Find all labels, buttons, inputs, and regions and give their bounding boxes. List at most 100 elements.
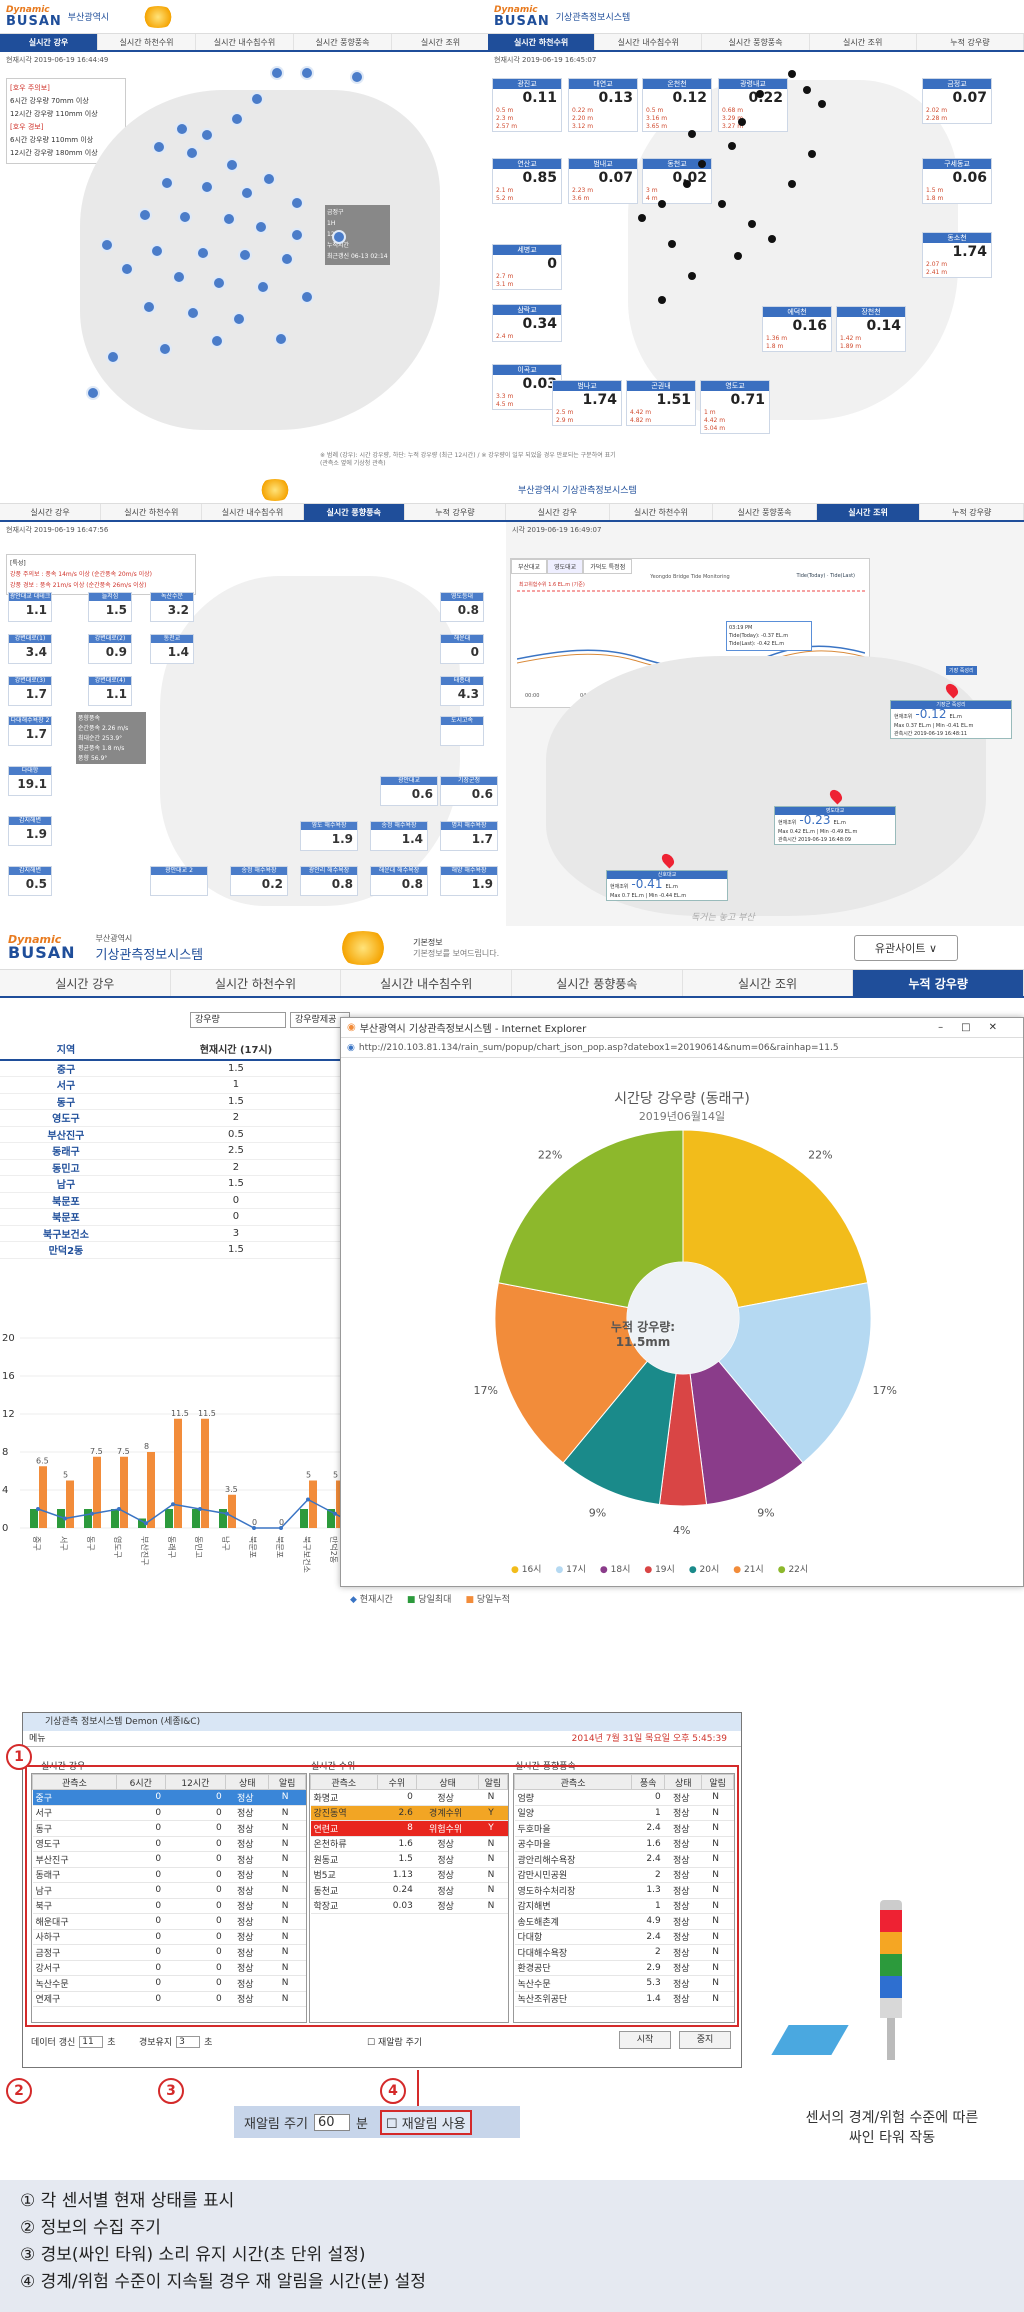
wind-station-box[interactable]: 해운대 0: [440, 634, 484, 664]
table-row[interactable]: 영도구 2: [0, 1110, 340, 1126]
level-station-marker[interactable]: [803, 86, 811, 94]
level-station-marker[interactable]: [638, 214, 646, 222]
rain-station-marker[interactable]: [142, 300, 156, 314]
rain-station-marker[interactable]: [300, 66, 314, 80]
bar-daily-cumulative[interactable]: [120, 1456, 128, 1528]
rain-station-marker[interactable]: [332, 230, 346, 244]
tab-realtime-rain[interactable]: 실시간 강우: [0, 970, 171, 996]
rain-station-marker[interactable]: [150, 244, 164, 258]
tab-cumulative-rain[interactable]: 누적 강우량: [917, 34, 1024, 50]
level-station-marker[interactable]: [738, 118, 746, 126]
rain-station-marker[interactable]: [186, 306, 200, 320]
table-row[interactable]: 북문포 0: [0, 1192, 340, 1209]
table-row[interactable]: 북문포 0: [0, 1209, 340, 1225]
rain-station-marker[interactable]: [106, 350, 120, 364]
bar-daily-cumulative[interactable]: [39, 1466, 47, 1528]
rain-station-marker[interactable]: [178, 210, 192, 224]
legend-item[interactable]: ● 22시: [778, 1562, 808, 1575]
tide-station-card[interactable]: 기장군 죽성리 현재조위 -0.12 EL.m Max 0.37 EL.m | Min …: [890, 681, 1012, 739]
rain-station-marker[interactable]: [250, 92, 264, 106]
water-level-box[interactable]: 동소천 1.74 2.07 m 2.41 m: [922, 232, 992, 278]
tab-river-level[interactable]: 실시간 하천수위: [101, 504, 203, 520]
rain-station-marker[interactable]: [196, 246, 210, 260]
menu-item[interactable]: 메뉴: [29, 1731, 46, 1746]
water-level-box[interactable]: 대연교 0.13 0.22 m 2.20 m 3.12 m: [568, 78, 638, 132]
rain-station-marker[interactable]: [172, 270, 186, 284]
tab-cumulative-rain[interactable]: 누적 강우량: [920, 504, 1024, 520]
refresh-input[interactable]: 11: [79, 2035, 104, 2048]
stop-button[interactable]: 중지: [679, 2031, 731, 2049]
tab-wind[interactable]: 실시간 풍향풍속: [512, 970, 683, 996]
legend-item[interactable]: ● 21시: [733, 1562, 763, 1575]
realarm-checkbox[interactable]: ☐ 재알람 주기: [367, 2035, 422, 2048]
rain-station-marker[interactable]: [230, 112, 244, 126]
rain-station-marker[interactable]: [160, 176, 174, 190]
bar-daily-cumulative[interactable]: [228, 1494, 236, 1528]
table-row[interactable]: 남구 1.5: [0, 1176, 340, 1192]
window-controls[interactable]: –□✕: [938, 1022, 1015, 1033]
level-station-marker[interactable]: [688, 130, 696, 138]
wind-station-box[interactable]: 강변대로(2) 0.9: [88, 634, 132, 664]
level-station-marker[interactable]: [658, 296, 666, 304]
table-row[interactable]: 서구 1: [0, 1077, 340, 1093]
rain-station-marker[interactable]: [280, 252, 294, 266]
related-sites-button[interactable]: 유관사이트 ∨: [853, 934, 958, 961]
wind-station-box[interactable]: 감지해변 0.5: [8, 866, 52, 896]
wind-station-box[interactable]: 광안대교 2: [150, 866, 208, 896]
tab-wind[interactable]: 실시간 풍향풍속: [303, 504, 405, 520]
wind-station-box[interactable]: 해양 해수욕장 1.9: [440, 866, 498, 896]
tab-cumulative-rain[interactable]: 누적 강우량: [405, 504, 506, 520]
level-station-marker[interactable]: [748, 220, 756, 228]
table-row[interactable]: 동구 1.5: [0, 1093, 340, 1110]
tab-inland-level[interactable]: 실시간 내수침수위: [196, 34, 294, 50]
rain-station-marker[interactable]: [238, 248, 252, 262]
rain-station-marker[interactable]: [152, 140, 166, 154]
rain-station-marker[interactable]: [100, 238, 114, 252]
bar-daily-max[interactable]: [165, 1509, 173, 1528]
rain-station-marker[interactable]: [212, 276, 226, 290]
wind-station-box[interactable]: 동천교 1.4: [150, 634, 194, 664]
wind-station-box[interactable]: 광안대교 대테크 1.1: [8, 592, 52, 622]
wind-station-box[interactable]: 다대항 19.1: [8, 766, 52, 796]
address-bar[interactable]: ◉ http://210.103.81.134/rain_sum/popup/c…: [341, 1038, 1023, 1058]
rain-station-marker[interactable]: [240, 186, 254, 200]
water-level-box[interactable]: 연산교 0.85 2.1 m 5.2 m: [492, 158, 562, 204]
tab-realtime-rain[interactable]: 실시간 강우: [0, 504, 102, 520]
tide-tab[interactable]: 영도대교: [547, 559, 584, 574]
wind-station-box[interactable]: 도시고속: [440, 716, 484, 746]
bar-daily-max[interactable]: [84, 1509, 92, 1528]
tide-tab[interactable]: 가덕도 특정점: [583, 559, 633, 574]
rain-station-marker[interactable]: [232, 312, 246, 326]
hold-input[interactable]: 3: [176, 2035, 201, 2048]
rain-station-marker[interactable]: [158, 342, 172, 356]
water-level-box[interactable]: 광령내교 0.22 0.68 m 3.29 m 3.27 m: [718, 78, 788, 132]
rain-station-marker[interactable]: [86, 386, 100, 400]
tab-river-level[interactable]: 실시간 하천수위: [171, 970, 342, 996]
wind-station-box[interactable]: 강변대로(1) 3.4: [8, 634, 52, 664]
rain-station-marker[interactable]: [300, 290, 314, 304]
tide-tab[interactable]: 부산대교: [511, 559, 548, 574]
wind-station-box[interactable]: 영도 해수욕장 1.9: [300, 821, 358, 851]
wind-station-box[interactable]: 영도등대 0.8: [440, 592, 484, 622]
rain-station-marker[interactable]: [138, 208, 152, 222]
bar-daily-max[interactable]: [30, 1509, 38, 1528]
water-level-box[interactable]: 삼락교 0.34 2.4 m: [492, 304, 562, 342]
wind-station-box[interactable]: 송정 해수욕장 0.2: [230, 866, 288, 896]
rain-station-marker[interactable]: [200, 180, 214, 194]
wind-station-box[interactable]: 녹산수문 3.2: [150, 592, 194, 622]
water-level-box[interactable]: 세병교 0 2.7 m 3.1 m: [492, 244, 562, 290]
water-level-box[interactable]: 에덕천 0.16 1.36 m 1.8 m: [762, 306, 832, 352]
bar-daily-max[interactable]: [300, 1509, 308, 1528]
tab-tide[interactable]: 실시간 조위: [810, 34, 917, 50]
legend-item[interactable]: ● 20시: [689, 1562, 719, 1575]
level-station-marker[interactable]: [728, 142, 736, 150]
table-row[interactable]: 부산진구 0.5: [0, 1126, 340, 1143]
bar-daily-cumulative[interactable]: [93, 1456, 101, 1528]
level-station-marker[interactable]: [818, 100, 826, 108]
rain-station-marker[interactable]: [200, 128, 214, 142]
logo[interactable]: Dynamic BUSAN: [6, 5, 62, 28]
level-station-marker[interactable]: [756, 90, 764, 98]
wind-station-box[interactable]: 다대해수욕장 2 1.7: [8, 716, 52, 746]
bar-daily-cumulative[interactable]: [174, 1418, 182, 1528]
level-station-marker[interactable]: [768, 235, 776, 243]
